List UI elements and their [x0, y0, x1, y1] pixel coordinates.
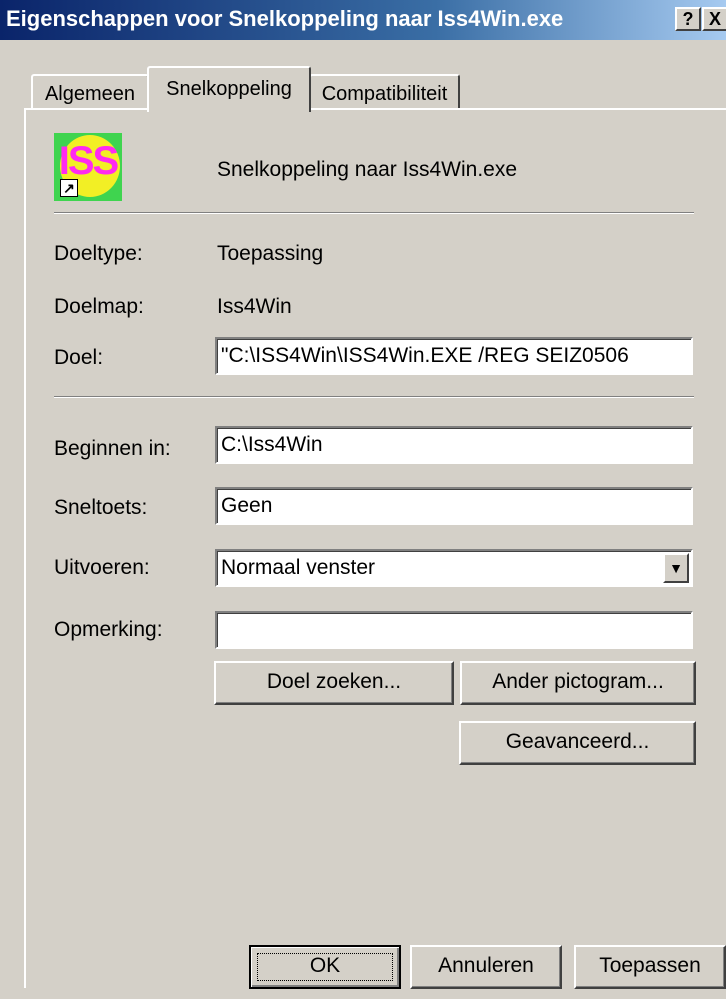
- sneltoets-label: Sneltoets:: [54, 496, 148, 519]
- divider: [54, 396, 694, 398]
- beginnen-in-input[interactable]: C:\Iss4Win: [215, 426, 693, 464]
- geavanceerd-button[interactable]: Geavanceerd...: [459, 721, 696, 765]
- uitvoeren-selected-value: Normaal venster: [221, 556, 376, 579]
- toepassen-button[interactable]: Toepassen: [574, 945, 726, 989]
- sneltoets-input[interactable]: Geen: [215, 487, 693, 525]
- shortcut-app-icon: ISS ↗: [54, 133, 122, 201]
- chevron-down-icon[interactable]: ▼: [663, 553, 689, 583]
- tab-label: Compatibiliteit: [321, 83, 448, 105]
- doel-label: Doel:: [54, 346, 104, 369]
- app-icon-text: ISS: [58, 139, 119, 183]
- annuleren-button[interactable]: Annuleren: [410, 945, 562, 989]
- ander-pictogram-button[interactable]: Ander pictogram...: [460, 661, 696, 705]
- doelmap-value: Iss4Win: [217, 295, 292, 318]
- doel-input[interactable]: "C:\ISS4Win\ISS4Win.EXE /REG SEIZ0506: [215, 337, 693, 375]
- doeltype-value: Toepassing: [217, 242, 324, 265]
- tab-panel: [24, 108, 726, 988]
- doeltype-label: Doeltype:: [54, 242, 143, 265]
- beginnen-in-label: Beginnen in:: [54, 437, 171, 460]
- shortcut-name: Snelkoppeling naar Iss4Win.exe: [217, 158, 518, 181]
- uitvoeren-label: Uitvoeren:: [54, 556, 150, 579]
- title-bar[interactable]: Eigenschappen voor Snelkoppeling naar Is…: [0, 0, 726, 40]
- tab-label: Algemeen: [44, 83, 136, 105]
- tab-label: Snelkoppeling: [166, 78, 292, 100]
- doel-zoeken-button[interactable]: Doel zoeken...: [214, 661, 454, 705]
- ok-button[interactable]: OK: [249, 945, 401, 989]
- opmerking-label: Opmerking:: [54, 618, 163, 641]
- divider: [54, 212, 694, 214]
- doelmap-label: Doelmap:: [54, 295, 144, 318]
- shortcut-arrow-icon: ↗: [60, 179, 78, 197]
- focus-rectangle: [257, 953, 393, 981]
- tab-compatibiliteit[interactable]: Compatibiliteit: [309, 74, 460, 110]
- close-button[interactable]: X: [702, 7, 726, 31]
- uitvoeren-select[interactable]: Normaal venster ▼: [215, 549, 693, 587]
- help-button[interactable]: ?: [675, 7, 701, 31]
- tab-snelkoppeling[interactable]: Snelkoppeling: [147, 66, 311, 112]
- tab-algemeen[interactable]: Algemeen: [31, 74, 149, 110]
- window-title: Eigenschappen voor Snelkoppeling naar Is…: [6, 6, 564, 31]
- opmerking-input[interactable]: [215, 611, 693, 649]
